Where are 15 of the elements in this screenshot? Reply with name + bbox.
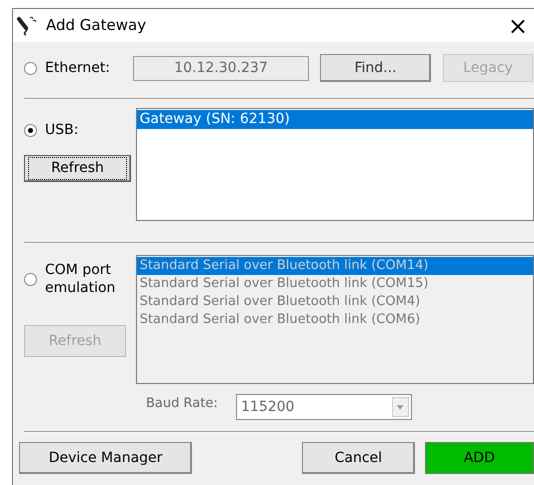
ethernet-label: Ethernet:: [45, 58, 112, 78]
find-button[interactable]: Find...: [320, 54, 431, 82]
add-button[interactable]: ADD: [424, 442, 534, 474]
dialog-button[interactable]: Cancel: [302, 442, 415, 474]
usb-label: USB:: [45, 121, 78, 140]
ip-address-field[interactable]: 10.12.30.237: [133, 56, 309, 80]
refresh-button[interactable]: Refresh: [24, 155, 131, 182]
list-item[interactable]: Gateway (SN: 62130): [136, 110, 533, 129]
baud-rate-label: Baud Rate:: [146, 395, 219, 414]
dialog-button[interactable]: Device Manager: [19, 442, 192, 474]
close-button[interactable]: ×: [508, 14, 528, 38]
window-title: Add Gateway: [46, 15, 146, 36]
radio-button[interactable]: [24, 62, 37, 74]
radio-button[interactable]: [24, 124, 37, 137]
com-port-label: COM port emulation: [45, 261, 116, 297]
